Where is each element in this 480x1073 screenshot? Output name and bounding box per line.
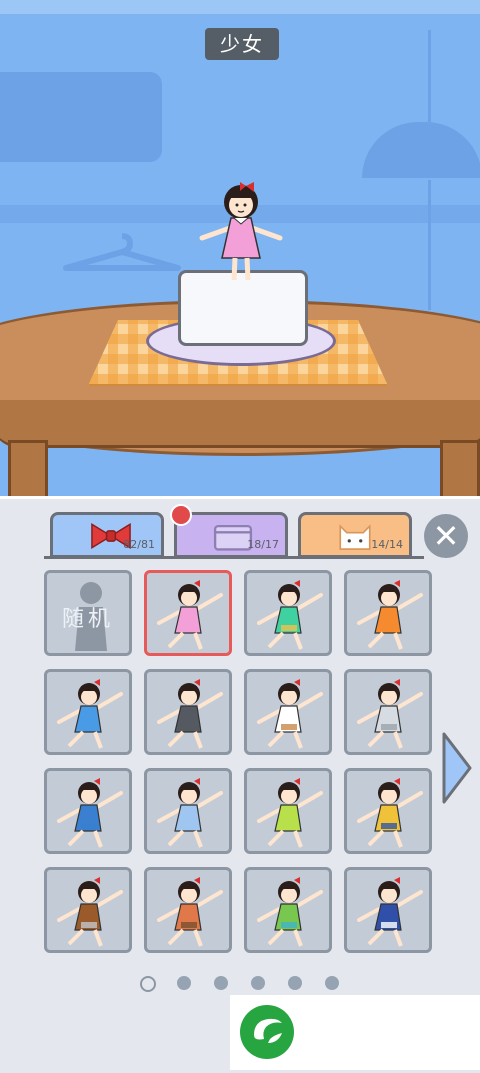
- random-label: 随机: [61, 607, 114, 632]
- outfit-cell[interactable]: [144, 768, 232, 854]
- tab-divider: [44, 556, 424, 559]
- outfit-figure: [57, 679, 123, 749]
- lamp-icon: [362, 122, 480, 178]
- page-dot[interactable]: [325, 976, 339, 990]
- outfit-cell[interactable]: [244, 768, 332, 854]
- outfit-figure: [157, 778, 223, 848]
- page-dot[interactable]: [251, 976, 265, 990]
- outfit-figure: [357, 778, 423, 848]
- leaf-logo-icon: [240, 1005, 294, 1059]
- outfit-cell[interactable]: [44, 867, 132, 953]
- outfit-figure: [157, 877, 223, 947]
- wall-panel: [0, 72, 162, 162]
- outfit-cell[interactable]: [344, 768, 432, 854]
- cat-icon: [339, 524, 371, 550]
- outfit-cell[interactable]: [144, 570, 232, 656]
- outfit-cell[interactable]: [344, 867, 432, 953]
- random-outfit-cell[interactable]: 随机: [44, 570, 132, 656]
- close-button[interactable]: ✕: [424, 514, 468, 558]
- outfit-figure: [357, 580, 423, 650]
- wall-line: [428, 180, 431, 310]
- outfit-figure: [57, 877, 123, 947]
- outfit-cell[interactable]: [244, 669, 332, 755]
- outfit-figure: [357, 679, 423, 749]
- hanger-icon: [63, 233, 181, 271]
- scene-background: 少女: [0, 0, 480, 510]
- outfit-figure: [157, 679, 223, 749]
- page-dot[interactable]: [288, 976, 302, 990]
- tab-count: 82/81: [123, 538, 155, 551]
- outfit-figure: [257, 877, 323, 947]
- outfit-figure: [257, 580, 323, 650]
- outfit-cell[interactable]: [44, 669, 132, 755]
- tab-count: 18/17: [247, 538, 279, 551]
- outfit-cell[interactable]: [344, 570, 432, 656]
- outfit-figure: [257, 679, 323, 749]
- page-dot[interactable]: [140, 976, 156, 992]
- outfit-figure: [357, 877, 423, 947]
- outfit-cell[interactable]: [144, 669, 232, 755]
- outfit-cell[interactable]: [244, 570, 332, 656]
- close-icon: ✕: [432, 517, 460, 555]
- outfit-figure: [257, 778, 323, 848]
- notification-dot: [170, 504, 192, 526]
- page-indicator: [140, 974, 350, 992]
- girl-character[interactable]: [196, 180, 286, 290]
- outfit-cell[interactable]: [144, 867, 232, 953]
- lamp-cord: [428, 30, 431, 122]
- tab-pets[interactable]: 14/14: [298, 512, 412, 558]
- table-edge: [0, 400, 480, 448]
- outfit-cell[interactable]: [344, 669, 432, 755]
- outfit-figure: [57, 778, 123, 848]
- page-dot[interactable]: [214, 976, 228, 990]
- character-title: 少女: [205, 28, 279, 60]
- tab-bows[interactable]: 82/81: [50, 512, 164, 558]
- page-dot[interactable]: [177, 976, 191, 990]
- outfit-cell[interactable]: [44, 768, 132, 854]
- tab-count: 14/14: [371, 538, 403, 551]
- ceiling-band: [0, 0, 480, 14]
- outfit-figure: [157, 580, 223, 650]
- outfit-cell[interactable]: [244, 867, 332, 953]
- next-page-arrow[interactable]: [440, 730, 474, 806]
